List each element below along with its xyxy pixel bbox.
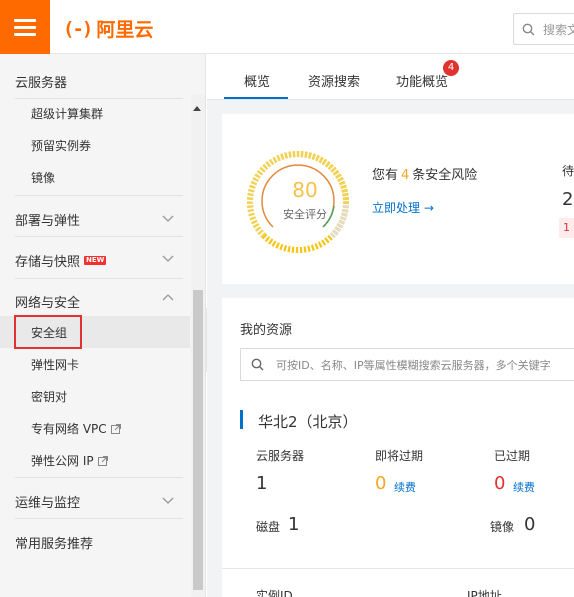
sidebar-item-keypair[interactable]: 密钥对	[31, 388, 67, 405]
sidebar-item-label: 弹性公网 IP	[31, 454, 94, 468]
expired-label: 已过期	[494, 449, 531, 463]
resource-search-input[interactable]: 可按ID、名称、IP等属性模糊搜索云服务器，多个关键字	[240, 348, 574, 381]
divider	[15, 236, 183, 237]
pending-red-badge[interactable]: 1	[559, 218, 574, 238]
servers-value[interactable]: 1	[256, 473, 267, 494]
sidebar-group-storage[interactable]: 存储与快照 NEW	[15, 251, 107, 270]
new-badge: NEW	[84, 256, 107, 265]
risk-prefix: 您有	[372, 168, 399, 183]
security-card: 80 安全评分 您有 4 条安全风险 立即处理 → 待 2 1	[222, 114, 574, 284]
sidebar: 云服务器 超级计算集群 预留实例券 镜像 部署与弹性 存储与快照 NEW 网络与…	[0, 54, 206, 597]
column-ip-address[interactable]: IP地址	[467, 587, 502, 597]
external-link-icon	[97, 456, 108, 466]
risk-suffix: 条安全风险	[412, 168, 478, 183]
sidebar-group-ops[interactable]: 运维与监控	[15, 492, 80, 511]
chevron-down-icon[interactable]	[162, 494, 174, 506]
image-value[interactable]: 0	[524, 514, 535, 535]
resources-title: 我的资源	[240, 323, 293, 338]
tab-overview[interactable]: 概览	[244, 71, 270, 90]
risk-count: 4	[401, 168, 410, 183]
sidebar-item-eip[interactable]: 弹性公网 IP	[31, 452, 108, 469]
resource-search-placeholder: 可按ID、名称、IP等属性模糊搜索云服务器，多个关键字	[276, 358, 551, 372]
disk-value[interactable]: 1	[288, 514, 299, 535]
expired-value[interactable]: 0	[494, 473, 505, 494]
main-content: 概览 资源搜索 功能概览 4 80 安全评分 您有 4 条安全风险 立即处理 → 待…	[207, 54, 574, 597]
global-search-input[interactable]: 搜索文	[513, 13, 574, 45]
region-title[interactable]: 华北2（北京）	[258, 411, 358, 432]
aliyun-logo[interactable]: (-) 阿里云	[63, 15, 153, 42]
column-instance-id[interactable]: 实例ID	[256, 587, 293, 597]
scroll-up-arrow-icon[interactable]	[193, 106, 201, 111]
sidebar-group-label: 常用服务推荐	[15, 537, 94, 552]
sidebar-group-network[interactable]: 网络与安全	[15, 292, 80, 311]
chevron-down-icon[interactable]	[162, 252, 174, 264]
servers-label: 云服务器	[256, 449, 305, 463]
expiring-renew-link[interactable]: 续费	[394, 479, 416, 495]
sidebar-item-eni[interactable]: 弹性网卡	[31, 356, 79, 373]
expiring-label: 即将过期	[375, 449, 424, 463]
divider	[15, 518, 183, 519]
tab-bar: 概览 资源搜索 功能概览 4	[207, 54, 574, 100]
expired-renew-link[interactable]: 续费	[513, 479, 535, 495]
external-link-icon	[110, 424, 121, 434]
sidebar-group-label: 存储与快照	[15, 255, 81, 270]
sidebar-item-super-computing[interactable]: 超级计算集群	[31, 105, 103, 122]
sidebar-item-label: 专有网络 VPC	[31, 422, 107, 436]
sidebar-item-reserved-instances[interactable]: 预留实例券	[31, 137, 91, 154]
security-score-label: 安全评分	[283, 208, 327, 221]
search-icon	[251, 358, 264, 371]
region-indicator	[240, 410, 243, 429]
active-tab-indicator	[224, 97, 288, 99]
divider	[15, 98, 183, 99]
instance-table-header: 实例ID IP地址	[222, 568, 574, 597]
sidebar-group-recommend[interactable]: 常用服务推荐	[15, 533, 93, 552]
chevron-down-icon[interactable]	[162, 212, 174, 224]
sidebar-item-vpc[interactable]: 专有网络 VPC	[31, 420, 121, 437]
tab-features[interactable]: 功能概览	[396, 71, 448, 90]
hamburger-menu-icon[interactable]	[0, 0, 50, 54]
security-score: 80	[292, 178, 318, 202]
features-count-badge: 4	[443, 60, 459, 76]
divider	[15, 477, 183, 478]
divider	[15, 278, 183, 279]
resources-card: 我的资源 可按ID、名称、IP等属性模糊搜索云服务器，多个关键字 华北2（北京）…	[222, 298, 574, 597]
sidebar-item-images[interactable]: 镜像	[31, 169, 55, 186]
top-bar: (-) 阿里云 搜索文	[0, 0, 574, 54]
risk-summary: 您有 4 条安全风险	[372, 164, 477, 183]
sidebar-group-deploy[interactable]: 部署与弹性	[15, 210, 80, 229]
tab-resource-search[interactable]: 资源搜索	[308, 71, 360, 90]
disk-label: 磁盘	[256, 520, 281, 534]
global-search-placeholder: 搜索文	[543, 22, 574, 37]
expiring-value[interactable]: 0	[375, 473, 386, 494]
logo-mark: (-)	[63, 17, 93, 40]
logo-text: 阿里云	[96, 19, 154, 41]
scrollbar-thumb[interactable]	[193, 290, 203, 590]
chevron-up-icon[interactable]	[162, 292, 174, 304]
pending-value: 2	[562, 189, 574, 210]
sidebar-title: 云服务器	[15, 76, 68, 91]
pending-label: 待	[562, 164, 574, 178]
highlight-box	[14, 315, 82, 349]
divider	[15, 195, 183, 196]
search-icon	[522, 23, 535, 35]
sidebar-group-label: 运维与监控	[15, 496, 81, 511]
sidebar-group-label: 网络与安全	[15, 296, 81, 311]
handle-now-link[interactable]: 立即处理 →	[372, 199, 434, 216]
image-label: 镜像	[490, 520, 515, 534]
sidebar-group-label: 部署与弹性	[15, 214, 81, 229]
security-score-gauge	[247, 151, 349, 253]
